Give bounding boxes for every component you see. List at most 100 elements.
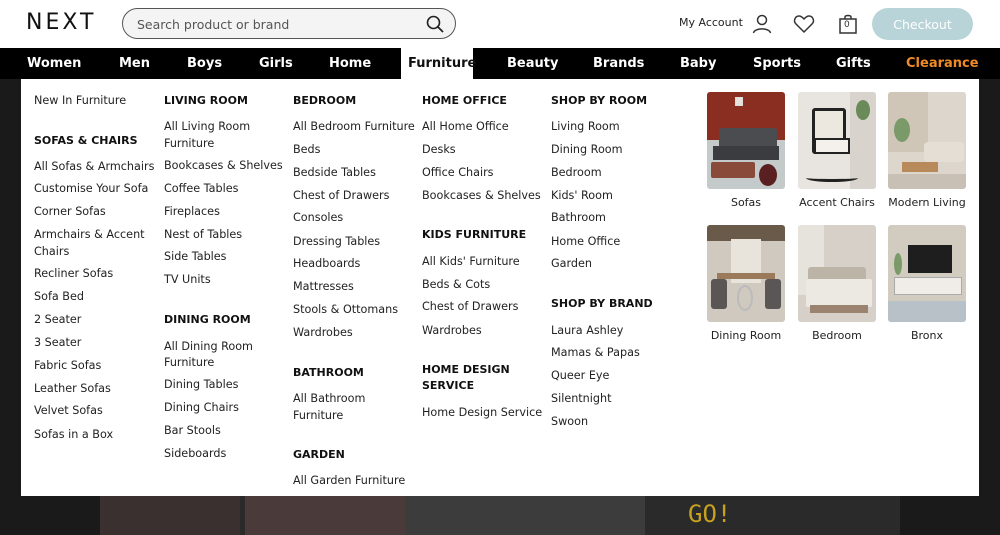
menu-link[interactable]: Living Room — [551, 119, 620, 135]
menu-link[interactable]: Chest of Drawers — [293, 188, 389, 204]
account-icon[interactable] — [750, 12, 774, 36]
nav-clearance[interactable]: Clearance — [906, 48, 979, 79]
menu-link[interactable]: All Kids' Furniture — [422, 254, 520, 270]
modern-living-image — [888, 92, 966, 189]
menu-link[interactable]: Armchairs & Accent — [34, 227, 145, 243]
nav-beauty[interactable]: Beauty — [507, 48, 558, 79]
nav-gifts[interactable]: Gifts — [836, 48, 871, 79]
menu-link[interactable]: Headboards — [293, 256, 360, 272]
menu-link[interactable]: All Bedroom Furniture — [293, 119, 415, 135]
menu-link[interactable]: Leather Sofas — [34, 381, 111, 397]
menu-link[interactable]: Corner Sofas — [34, 204, 106, 220]
menu-link[interactable]: Office Chairs — [422, 165, 494, 181]
nav-furniture[interactable]: Furniture — [401, 48, 476, 79]
menu-link[interactable]: Furniture — [164, 355, 214, 371]
menu-link[interactable]: Beds — [293, 142, 321, 158]
menu-link[interactable]: All Sofas & Armchairs — [34, 159, 154, 175]
tile-bedroom[interactable]: Bedroom — [798, 225, 876, 342]
menu-link[interactable]: Nest of Tables — [164, 227, 242, 243]
menu-link[interactable]: All Garden Furniture — [293, 473, 405, 489]
menu-link[interactable]: Home Design Service — [422, 405, 542, 421]
search-icon[interactable] — [425, 14, 445, 34]
menu-link[interactable]: Velvet Sofas — [34, 403, 103, 419]
menu-link[interactable]: All Dining Room — [164, 339, 253, 355]
nav-boys[interactable]: Boys — [187, 48, 222, 79]
nav-men[interactable]: Men — [119, 48, 150, 79]
menu-link[interactable]: Beds & Cots — [422, 277, 490, 293]
nav-baby[interactable]: Baby — [680, 48, 716, 79]
menu-heading: SHOP BY ROOM — [551, 94, 648, 107]
menu-link[interactable]: Dining Chairs — [164, 400, 239, 416]
banner-image-3 — [405, 496, 645, 535]
menu-link[interactable]: Laura Ashley — [551, 323, 623, 339]
tile-sofas[interactable]: Sofas — [707, 92, 785, 209]
menu-link[interactable]: Recliner Sofas — [34, 266, 113, 282]
menu-link[interactable]: All Bathroom — [293, 391, 365, 407]
menu-link[interactable]: Stools & Ottomans — [293, 302, 398, 318]
menu-link[interactable]: Wardrobes — [293, 325, 353, 341]
menu-link[interactable]: All Living Room — [164, 119, 250, 135]
menu-link[interactable]: Customise Your Sofa — [34, 181, 148, 197]
menu-heading: DINING ROOM — [164, 313, 251, 326]
accent-chairs-image — [798, 92, 876, 189]
favourites-heart-icon[interactable] — [792, 12, 816, 36]
hero-banner-background: GO! — [100, 496, 900, 535]
menu-link[interactable]: All Home Office — [422, 119, 509, 135]
menu-link[interactable]: Furniture — [164, 136, 214, 152]
menu-link[interactable]: Dining Room — [551, 142, 623, 158]
menu-link[interactable]: Kids' Room — [551, 188, 613, 204]
next-logo[interactable]: NEXT — [26, 10, 96, 35]
menu-link[interactable]: Silentnight — [551, 391, 611, 407]
menu-link[interactable]: Bedside Tables — [293, 165, 376, 181]
shopping-bag-button[interactable]: 0 — [836, 12, 860, 36]
menu-link[interactable]: Bookcases & Shelves — [164, 158, 283, 174]
search-input[interactable] — [137, 15, 417, 33]
menu-link[interactable]: Bookcases & Shelves — [422, 188, 541, 204]
menu-link[interactable]: Bar Stools — [164, 423, 221, 439]
menu-link[interactable]: Sideboards — [164, 446, 226, 462]
menu-link[interactable]: Bathroom — [551, 210, 606, 226]
nav-home[interactable]: Home — [329, 48, 371, 79]
nav-sports[interactable]: Sports — [753, 48, 801, 79]
menu-link[interactable]: New In Furniture — [34, 93, 126, 109]
menu-link[interactable]: 2 Seater — [34, 312, 81, 328]
nav-brands[interactable]: Brands — [593, 48, 644, 79]
menu-link[interactable]: Swoon — [551, 414, 588, 430]
menu-link[interactable]: Queer Eye — [551, 368, 609, 384]
menu-link[interactable]: Home Office — [551, 234, 620, 250]
menu-link[interactable]: Sofa Bed — [34, 289, 84, 305]
menu-link[interactable]: Fabric Sofas — [34, 358, 101, 374]
menu-link[interactable]: Dressing Tables — [293, 234, 380, 250]
menu-link[interactable]: Desks — [422, 142, 456, 158]
menu-link[interactable]: Fireplaces — [164, 204, 220, 220]
site-header: NEXT My Account 0 Checkout — [0, 0, 1000, 48]
menu-link[interactable]: Sofas in a Box — [34, 427, 113, 443]
tile-modern-living[interactable]: Modern Living — [888, 92, 966, 209]
tile-dining-room[interactable]: Dining Room — [707, 225, 785, 342]
tile-accent-chairs[interactable]: Accent Chairs — [798, 92, 876, 209]
menu-link[interactable]: Consoles — [293, 210, 343, 226]
menu-link[interactable]: Chest of Drawers — [422, 299, 518, 315]
tile-caption: Bronx — [910, 329, 944, 342]
bedroom-image — [798, 225, 876, 322]
menu-link[interactable]: Side Tables — [164, 249, 227, 265]
menu-link[interactable]: TV Units — [164, 272, 211, 288]
menu-link[interactable]: Coffee Tables — [164, 181, 238, 197]
menu-heading: LIVING ROOM — [164, 94, 248, 107]
menu-link[interactable]: Mattresses — [293, 279, 354, 295]
checkout-button[interactable]: Checkout — [872, 8, 973, 40]
menu-link[interactable]: Garden — [551, 256, 592, 272]
menu-heading: BEDROOM — [293, 94, 357, 107]
nav-women[interactable]: Women — [27, 48, 81, 79]
menu-link[interactable]: Bedroom — [551, 165, 602, 181]
menu-link[interactable]: Wardrobes — [422, 323, 482, 339]
tile-bronx[interactable]: Bronx — [888, 225, 966, 342]
menu-link[interactable]: 3 Seater — [34, 335, 81, 351]
search-bar[interactable] — [122, 8, 456, 39]
menu-link[interactable]: Furniture — [293, 408, 343, 424]
my-account-link[interactable]: My Account — [679, 16, 743, 29]
menu-link[interactable]: Chairs — [34, 244, 69, 260]
menu-link[interactable]: Mamas & Papas — [551, 345, 640, 361]
menu-link[interactable]: Dining Tables — [164, 377, 238, 393]
nav-girls[interactable]: Girls — [259, 48, 293, 79]
